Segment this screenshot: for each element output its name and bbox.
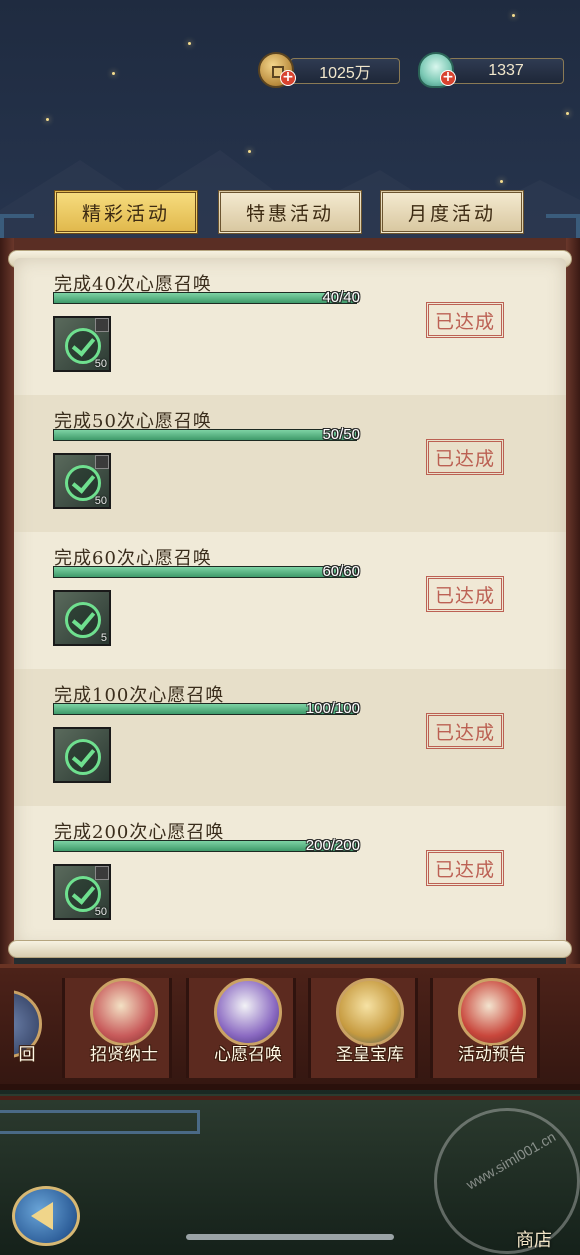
reward-item[interactable]: 50 — [53, 864, 111, 920]
progress-bar: 200/200 — [53, 837, 360, 854]
add-shells-icon[interactable]: + — [440, 70, 456, 86]
progress-bar: 50/50 — [53, 426, 360, 443]
add-coins-icon[interactable]: + — [280, 70, 296, 86]
progress-text: 40/40 — [322, 289, 360, 306]
reward-quantity: 50 — [94, 906, 107, 918]
completed-stamp: 已达成 — [426, 850, 504, 886]
shop-button[interactable]: 商店 — [516, 1226, 552, 1252]
progress-bar: 100/100 — [53, 700, 360, 717]
home-indicator[interactable] — [186, 1234, 394, 1240]
golden-key-icon — [336, 978, 404, 1046]
nav-item-event-preview[interactable]: 活动预告 — [440, 976, 540, 1076]
quest-item: 完成40次心愿召唤 40/40 50 已达成 — [14, 258, 566, 395]
progress-bar: 60/60 — [53, 563, 360, 580]
drum-icon — [458, 978, 526, 1046]
reward-item[interactable] — [53, 727, 111, 783]
progress-bar-fill — [54, 567, 356, 577]
claimed-check-icon — [65, 739, 101, 775]
activity-tabs: 精彩活动 特惠活动 月度活动 — [0, 190, 580, 236]
nav-label: 圣皇宝库 — [336, 1045, 404, 1065]
progress-bar-fill — [54, 430, 356, 440]
nav-item-emperor-treasury[interactable]: 圣皇宝库 — [318, 976, 418, 1076]
progress-text: 200/200 — [305, 837, 360, 854]
nav-label: 回 — [18, 1045, 36, 1065]
back-button[interactable] — [12, 1186, 80, 1246]
shell-amount: 1337 — [448, 58, 564, 84]
wish-scroll-icon — [214, 978, 282, 1046]
quest-item: 完成100次心愿召唤 100/100 已达成 — [14, 669, 566, 806]
shell-currency[interactable]: 1337 + — [418, 52, 564, 88]
tab-special-offers[interactable]: 特惠活动 — [218, 190, 362, 234]
reward-quantity: 50 — [94, 495, 107, 507]
reward-item[interactable]: 50 — [53, 453, 111, 509]
back-arrow-icon — [31, 1202, 53, 1230]
star — [112, 72, 115, 75]
tab-featured-activities[interactable]: 精彩活动 — [54, 190, 198, 234]
scroll-bottom-roll — [8, 940, 572, 958]
nav-label: 活动预告 — [458, 1045, 526, 1065]
nav-item-recruit[interactable]: 招贤纳士 — [72, 976, 172, 1076]
completed-stamp: 已达成 — [426, 439, 504, 475]
nav-item-partial[interactable]: 回 — [14, 988, 42, 1068]
wooden-frame-right — [566, 238, 580, 988]
star — [566, 112, 569, 115]
quest-item: 完成60次心愿召唤 60/60 5 已达成 — [14, 532, 566, 669]
bound-icon — [95, 318, 109, 332]
completed-stamp: 已达成 — [426, 302, 504, 338]
quest-list[interactable]: 完成40次心愿召唤 40/40 50 已达成 完成50次心愿召唤 50/50 5… — [14, 258, 566, 938]
nav-label: 心愿召唤 — [214, 1045, 282, 1065]
wooden-frame-left — [0, 238, 14, 988]
progress-bar: 40/40 — [53, 289, 360, 306]
progress-bar-fill — [54, 293, 356, 303]
progress-text: 50/50 — [322, 426, 360, 443]
nav-label: 招贤纳士 — [90, 1045, 158, 1065]
tab-monthly-activities[interactable]: 月度活动 — [380, 190, 524, 234]
reward-quantity: 50 — [94, 358, 107, 370]
nav-item-wish-summon[interactable]: 心愿召唤 — [196, 976, 296, 1076]
completed-stamp: 已达成 — [426, 576, 504, 612]
quest-item: 完成50次心愿召唤 50/50 50 已达成 — [14, 395, 566, 532]
progress-text: 60/60 — [322, 563, 360, 580]
star — [188, 42, 191, 45]
bound-icon — [95, 866, 109, 880]
progress-text: 100/100 — [305, 700, 360, 717]
railing-lattice — [0, 1110, 200, 1134]
completed-stamp: 已达成 — [426, 713, 504, 749]
scroll-icon — [90, 978, 158, 1046]
claimed-check-icon — [65, 602, 101, 638]
coin-currency[interactable]: 1025万 + — [258, 52, 400, 88]
reward-item[interactable]: 5 — [53, 590, 111, 646]
quest-item: 完成200次心愿召唤 200/200 50 已达成 — [14, 806, 566, 938]
star — [512, 14, 515, 17]
reward-quantity: 5 — [100, 632, 107, 644]
coin-amount: 1025万 — [290, 58, 400, 84]
reward-item[interactable]: 50 — [53, 316, 111, 372]
bound-icon — [95, 455, 109, 469]
